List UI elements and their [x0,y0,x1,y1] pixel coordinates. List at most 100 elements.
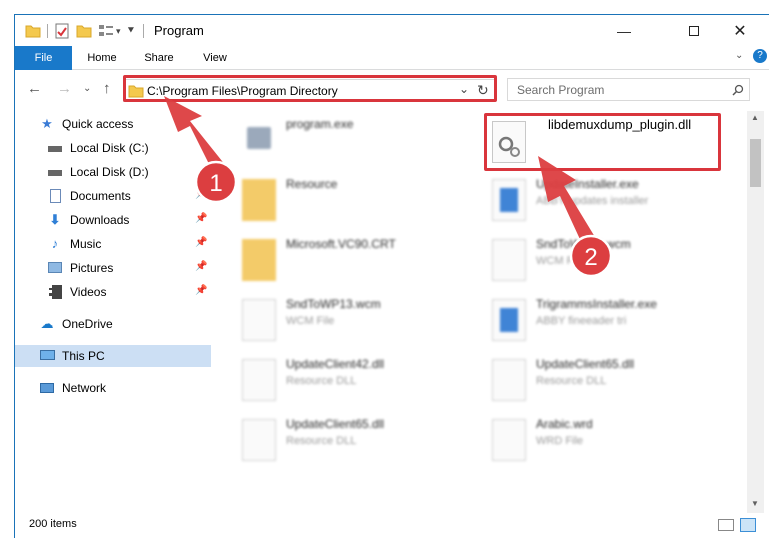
forward-button[interactable]: → [57,80,72,97]
drive-icon [47,140,63,156]
list-item[interactable]: TrigrammsInstaller.exe ABBY fineeader tr… [482,293,722,349]
list-item[interactable]: program.exe [232,113,472,169]
file-explorer-window: ▾ ⯆ Program — ✕ File Home Share View ⌄ ?… [14,14,769,538]
sidebar-item-label: Local Disk (D:) [70,165,149,179]
maximize-button[interactable] [671,15,717,46]
file-type: WCM File [286,315,335,327]
sidebar-item-downloads[interactable]: ⬇ Downloads [47,209,130,231]
file-icon [492,239,526,281]
dll-file-icon [242,419,276,461]
pin-icon[interactable]: 📌 [195,213,207,224]
folder-icon [242,179,276,221]
sidebar-item-label: This PC [62,349,105,363]
videos-icon [47,284,63,300]
tab-home[interactable]: Home [81,46,123,70]
list-item[interactable]: Microsoft.VC90.CRT [232,233,472,289]
pictures-icon [47,260,63,276]
customize-toolbar-icon[interactable]: ▾ [116,26,121,37]
toolbar-dropdown-icon[interactable]: ⯆ [127,25,136,38]
back-button[interactable]: ← [27,80,42,97]
file-name: UpdateClient42.dll [286,357,385,371]
search-box[interactable]: Search Program [507,78,750,101]
search-input[interactable]: Search Program [517,83,604,97]
chevron-down-icon: ⌄ [83,83,92,94]
list-item[interactable]: UpdateClient65.dll Resource DLL [482,353,722,409]
sidebar-item-network[interactable]: Network [39,377,106,399]
file-name: SndToWP13.wcm [536,237,631,251]
view-options-icon[interactable] [98,24,114,38]
expand-ribbon-icon[interactable]: ⌄ [735,50,743,61]
window-title: Program [154,23,204,38]
details-view-icon[interactable] [718,519,734,531]
forward-arrow-icon: → [57,80,72,97]
file-type: Resource DLL [286,435,357,447]
pin-icon[interactable]: 📌 [195,237,207,248]
tab-view[interactable]: View [195,46,235,70]
sidebar-item-music[interactable]: ♪ Music [47,233,102,255]
new-folder-icon[interactable] [76,24,92,38]
properties-icon[interactable] [54,23,70,39]
sidebar-item-quick-access[interactable]: ★ Quick access [39,113,133,135]
drive-icon [47,164,63,180]
pin-icon[interactable]: 📌 [195,189,207,200]
sidebar-item-label: Downloads [70,213,130,227]
toolbar-divider [143,24,145,38]
scroll-down-icon[interactable]: ▼ [751,499,759,508]
list-item[interactable]: Arabic.wrd WRD File [482,413,722,469]
sidebar-item-onedrive[interactable]: ☁ OneDrive [39,313,113,335]
help-icon[interactable]: ? [753,49,767,63]
vertical-scrollbar[interactable]: ▲ ▼ [747,111,764,513]
file-type: ABBY updates installer [536,195,649,207]
recent-locations-button[interactable]: ⌄ [83,83,91,94]
item-count: 200 items [29,518,77,530]
file-highlight-box [484,113,721,171]
close-button[interactable]: ✕ [717,15,763,46]
pin-icon[interactable]: 📌 [195,261,207,272]
tab-file[interactable]: File [15,46,72,70]
file-type: WRD File [536,435,584,447]
minimize-icon: — [617,22,631,39]
list-item[interactable]: UpdateClient42.dll Resource DLL [232,353,472,409]
exe-file-icon [492,299,526,341]
file-type: Resource DLL [286,375,357,387]
large-icons-view-icon[interactable] [740,518,756,532]
sidebar-item-label: OneDrive [62,317,113,331]
file-name: UpdateClient65.dll [286,417,385,431]
up-button[interactable]: ↑ [103,80,111,97]
tab-share[interactable]: Share [137,46,181,70]
file-name: TrigrammsInstaller.exe [536,297,657,311]
list-item[interactable]: SndToWP13.wcm WCM File [482,233,722,289]
file-type: WCM File [536,255,585,267]
sidebar-item-label: Videos [70,285,107,299]
file-name: UpdateInstaller.exe [536,177,639,191]
file-name: Resource [286,177,338,191]
folder-icon [25,25,41,38]
ribbon-tabs: File Home Share View ⌄ ? [15,46,769,70]
sidebar-item-documents[interactable]: Documents [47,185,131,207]
minimize-button[interactable]: — [601,15,647,46]
file-name: program.exe [286,117,354,131]
back-arrow-icon: ← [27,80,42,97]
list-item[interactable]: SndToWP13.wcm WCM File [232,293,472,349]
cloud-icon: ☁ [40,316,54,331]
up-arrow-icon: ↑ [103,80,111,97]
title-bar: ▾ ⯆ Program — ✕ [15,15,769,46]
scroll-up-icon[interactable]: ▲ [751,113,759,122]
scroll-thumb[interactable] [750,139,761,187]
sidebar-item-local-disk-c[interactable]: Local Disk (C:) [47,137,149,159]
network-icon [39,380,55,396]
sidebar-item-this-pc[interactable]: This PC [39,345,105,367]
list-item[interactable]: UpdateInstaller.exe ABBY updates install… [482,173,722,229]
sidebar-item-videos[interactable]: Videos [47,281,106,303]
file-name: UpdateClient65.dll [536,357,635,371]
sidebar-item-local-disk-d[interactable]: Local Disk (D:) [47,161,149,183]
navigation-bar: ← → ⌄ ↑ C:\Program Files\Program Directo… [15,71,769,107]
list-item[interactable]: Resource [232,173,472,229]
pin-icon[interactable]: 📌 [195,285,207,296]
sidebar-item-pictures[interactable]: Pictures [47,257,113,279]
documents-icon [47,188,63,204]
toolbar-divider [47,24,48,38]
dll-file-icon [492,359,526,401]
sidebar-item-label: Documents [70,189,131,203]
list-item[interactable]: UpdateClient65.dll Resource DLL [232,413,472,469]
